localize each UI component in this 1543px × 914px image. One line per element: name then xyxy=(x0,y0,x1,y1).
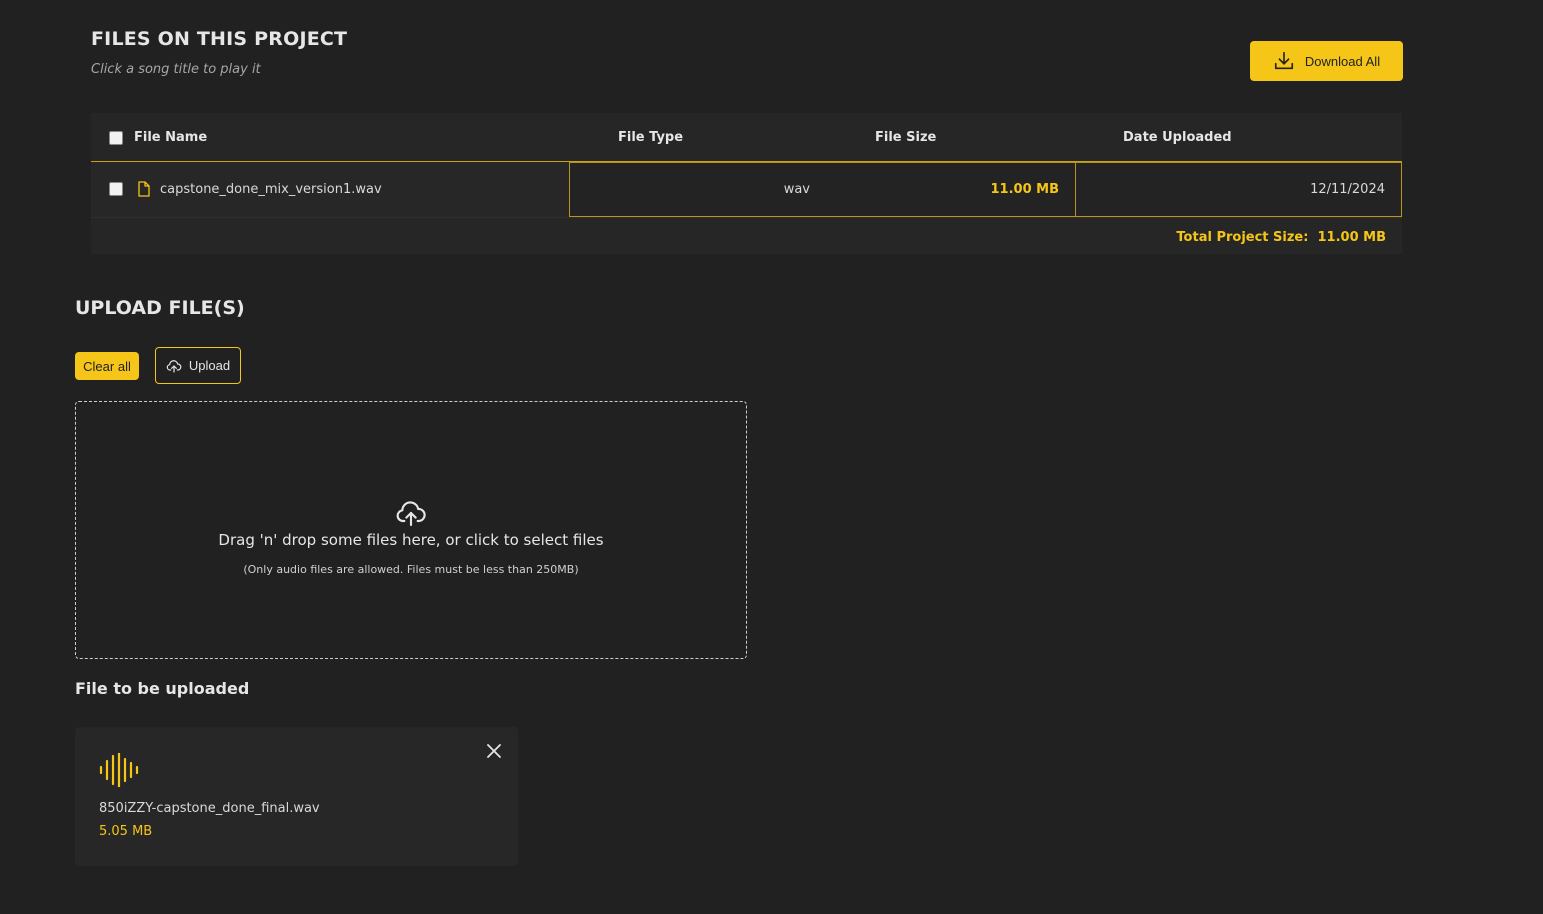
files-title: FILES ON THIS PROJECT xyxy=(91,28,348,50)
upload-label: Upload xyxy=(188,358,231,373)
dropzone-restrictions: (Only audio files are allowed. Files mus… xyxy=(243,562,579,576)
close-icon[interactable] xyxy=(485,742,503,760)
file-dropzone[interactable]: Drag 'n' drop some files here, or click … xyxy=(75,401,747,659)
upload-title: UPLOAD FILE(S) xyxy=(75,297,245,319)
pending-file-size: 5.05 MB xyxy=(99,824,153,839)
files-header: FILES ON THIS PROJECT Click a song title… xyxy=(91,28,347,77)
total-value: 11.00 MB xyxy=(1317,230,1387,245)
row-checkbox[interactable] xyxy=(109,182,123,196)
audio-wave-icon xyxy=(99,753,139,787)
cloud-upload-icon xyxy=(396,500,426,526)
upload-button[interactable]: Upload xyxy=(155,347,241,384)
table-footer: Total Project Size: 11.00 MB xyxy=(91,217,1402,254)
download-icon xyxy=(1274,51,1293,70)
date-uploaded-value: 12/11/2024 xyxy=(1310,182,1385,197)
pending-file-card: 850iZZY-capstone_done_final.wav 5.05 MB xyxy=(75,727,518,866)
total-project-size: Total Project Size: 11.00 MB xyxy=(1176,230,1386,245)
table-row: capstone_done_mix_version1.wav wav 11.00… xyxy=(91,162,1402,217)
files-table: File Name File Type File Size Date Uploa… xyxy=(91,113,1402,254)
cell-file-name: capstone_done_mix_version1.wav xyxy=(91,162,569,217)
pending-file-name: 850iZZY-capstone_done_final.wav xyxy=(99,801,320,816)
clear-all-button[interactable]: Clear all xyxy=(75,352,139,380)
file-name-link[interactable]: capstone_done_mix_version1.wav xyxy=(160,182,382,197)
files-subtitle: Click a song title to play it xyxy=(91,62,261,77)
file-icon xyxy=(138,181,150,197)
select-all-checkbox[interactable] xyxy=(109,131,123,145)
header-file-type[interactable]: File Type xyxy=(618,130,683,145)
download-all-button[interactable]: Download All xyxy=(1250,41,1403,81)
header-date-uploaded[interactable]: Date Uploaded xyxy=(1123,130,1232,145)
header-file-name[interactable]: File Name xyxy=(134,130,207,145)
cell-date-uploaded: 12/11/2024 xyxy=(1075,162,1402,217)
cell-file-size: 11.00 MB xyxy=(826,162,1076,217)
header-file-size[interactable]: File Size xyxy=(875,130,936,145)
total-label: Total Project Size: xyxy=(1176,230,1309,245)
dropzone-instructions: Drag 'n' drop some files here, or click … xyxy=(218,530,604,549)
file-size-value: 11.00 MB xyxy=(990,182,1060,197)
cell-file-type: wav xyxy=(569,162,827,217)
project-files-page: FILES ON THIS PROJECT Click a song title… xyxy=(0,0,1543,914)
download-all-label: Download All xyxy=(1304,53,1381,69)
file-type-value: wav xyxy=(783,182,810,197)
table-header: File Name File Type File Size Date Uploa… xyxy=(91,113,1402,162)
pending-title: File to be uploaded xyxy=(75,679,250,698)
cloud-upload-icon xyxy=(166,359,182,373)
